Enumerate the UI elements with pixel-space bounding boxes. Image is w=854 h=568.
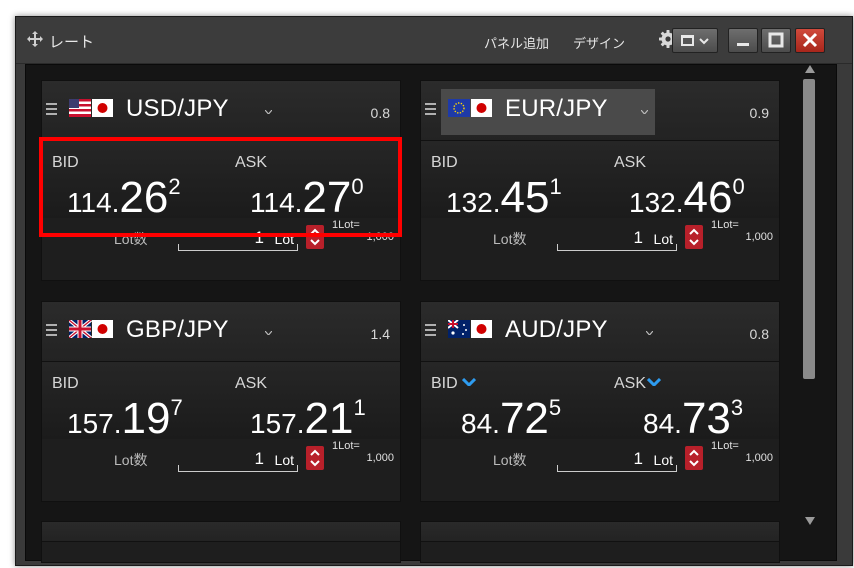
- lot-size-note: 1Lot= 1,000: [332, 440, 394, 464]
- flag-pair-icon: [69, 99, 113, 117]
- pair-name[interactable]: AUD/JPY: [505, 316, 608, 344]
- bid-price[interactable]: 157.197: [67, 394, 183, 444]
- stepper-updown-icon: [689, 228, 699, 246]
- ask-label: ASK: [614, 375, 662, 393]
- lot-row: Lot数 1 Lot 1Lot= 1,000: [421, 218, 779, 280]
- title-bar[interactable]: レート パネル追加 デザイン: [16, 17, 852, 64]
- panel-header: EUR/JPY 0.9: [421, 81, 779, 141]
- rate-area: BID ASK 132.451 132.460: [421, 141, 779, 222]
- minimize-icon: [737, 43, 749, 46]
- lot-stepper[interactable]: [306, 446, 324, 470]
- bid-label: BID: [52, 375, 79, 392]
- rate-panel-audjpy: AUD/JPY 0.8 BID ASK 84.725 84.733 Lot数 1…: [420, 301, 780, 502]
- lot-row: Lot数 1 Lot 1Lot= 1,000: [42, 439, 400, 501]
- maximize-button[interactable]: [761, 28, 791, 53]
- flag-us-icon: [69, 99, 91, 117]
- close-icon: [802, 32, 818, 48]
- ask-price[interactable]: 157.211: [250, 394, 366, 444]
- spread-value: 1.4: [370, 326, 390, 342]
- menu-icon[interactable]: [425, 103, 436, 115]
- chevron-down-icon[interactable]: [265, 331, 272, 335]
- chevron-down-icon[interactable]: [641, 110, 648, 114]
- ask-down-arrow-icon: [647, 378, 662, 386]
- lot-input[interactable]: 1 Lot: [557, 222, 677, 251]
- flag-pair-icon: [69, 320, 113, 338]
- stepper-updown-icon: [310, 449, 320, 467]
- ask-label: ASK: [614, 154, 647, 171]
- add-panel-button[interactable]: パネル追加: [484, 33, 549, 52]
- bid-label: BID: [431, 375, 476, 393]
- lot-stepper[interactable]: [685, 225, 703, 249]
- pair-name[interactable]: EUR/JPY: [505, 95, 608, 123]
- flag-jp-icon: [92, 320, 113, 338]
- ask-label: ASK: [235, 375, 268, 392]
- flag-pair-icon: [448, 99, 492, 117]
- spread-value: 0.8: [370, 105, 390, 121]
- spread-value: 0.9: [749, 105, 769, 121]
- maximize-icon: [768, 32, 784, 48]
- scroll-up-arrow-icon[interactable]: [805, 65, 815, 73]
- flag-au-icon: [448, 320, 470, 338]
- flag-eu-icon: [448, 99, 470, 117]
- layout-icon: [681, 35, 709, 46]
- pair-name[interactable]: GBP/JPY: [126, 316, 229, 344]
- flag-jp-icon: [92, 99, 113, 117]
- flag-pair-icon: [448, 320, 492, 338]
- flag-gb-icon: [69, 320, 93, 338]
- lot-size-note: 1Lot= 1,000: [711, 219, 773, 243]
- flag-jp-icon: [471, 320, 492, 338]
- rate-panel-gbpjpy: GBP/JPY 1.4 BID ASK 157.197 157.211 Lot数…: [41, 301, 401, 502]
- menu-icon[interactable]: [46, 103, 57, 115]
- stepper-updown-icon: [689, 449, 699, 467]
- pair-name[interactable]: USD/JPY: [126, 95, 229, 123]
- minimize-button[interactable]: [728, 28, 758, 53]
- design-button[interactable]: デザイン: [573, 33, 625, 52]
- layout-dropdown-button[interactable]: [672, 28, 718, 53]
- chevron-down-icon[interactable]: [646, 331, 653, 335]
- lot-label: Lot数: [493, 452, 527, 468]
- lot-size-note: 1Lot= 1,000: [711, 440, 773, 464]
- bid-price[interactable]: 84.725: [461, 394, 561, 444]
- bid-down-arrow-icon: [461, 378, 476, 386]
- rate-area: BID ASK 157.197 157.211: [42, 362, 400, 443]
- flag-jp-icon: [471, 99, 492, 117]
- bid-price[interactable]: 132.451: [446, 173, 562, 223]
- bid-label: BID: [431, 154, 458, 171]
- chevron-down-icon[interactable]: [265, 110, 272, 114]
- lot-stepper[interactable]: [685, 446, 703, 470]
- close-button[interactable]: [795, 28, 825, 53]
- panel-header: GBP/JPY 1.4: [42, 302, 400, 362]
- rate-panel-eurjpy: EUR/JPY 0.9 BID ASK 132.451 132.460 Lot数…: [420, 80, 780, 281]
- ask-price[interactable]: 84.733: [643, 394, 743, 444]
- rate-panel-partial: [420, 521, 780, 563]
- highlight-box: [39, 137, 402, 237]
- spread-value: 0.8: [749, 326, 769, 342]
- lot-label: Lot数: [493, 231, 527, 247]
- lot-label: Lot数: [114, 452, 148, 468]
- panel-header: AUD/JPY 0.8: [421, 302, 779, 362]
- lot-row: Lot数 1 Lot 1Lot= 1,000: [421, 439, 779, 501]
- scroll-down-arrow-icon[interactable]: [805, 517, 815, 525]
- ask-price[interactable]: 132.460: [629, 173, 745, 223]
- window-title: レート: [49, 34, 95, 51]
- move-icon[interactable]: [26, 30, 44, 48]
- panel-header: USD/JPY 0.8: [42, 81, 400, 141]
- lot-input[interactable]: 1 Lot: [557, 443, 677, 472]
- menu-icon[interactable]: [46, 324, 57, 336]
- rate-area: BID ASK 84.725 84.733: [421, 362, 779, 443]
- lot-input[interactable]: 1 Lot: [178, 443, 298, 472]
- rate-panel-partial: [41, 521, 401, 563]
- scroll-thumb[interactable]: [803, 79, 815, 379]
- menu-icon[interactable]: [425, 324, 436, 336]
